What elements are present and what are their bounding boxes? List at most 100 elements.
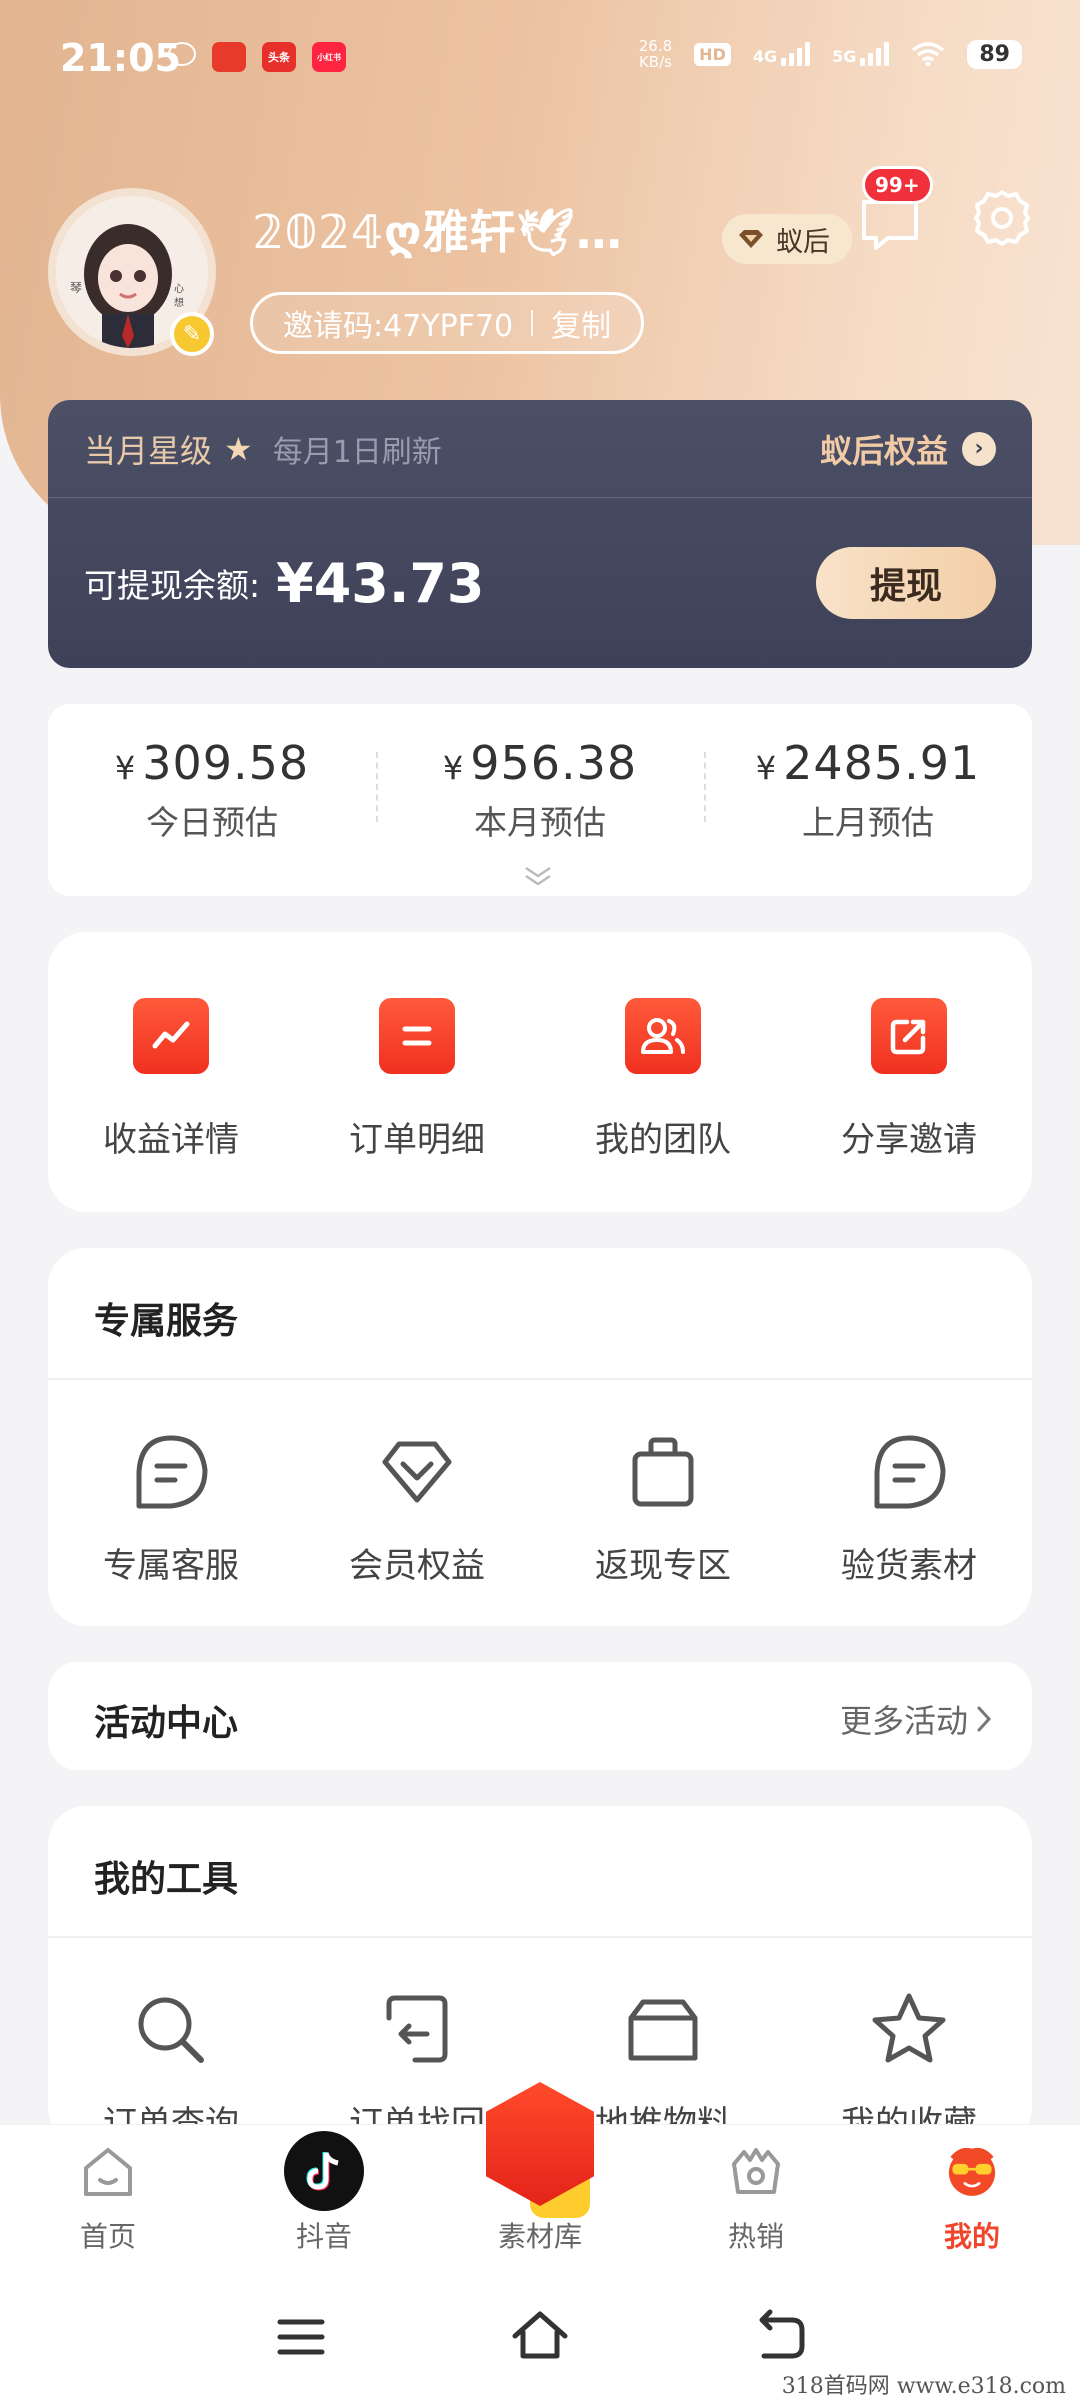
share-icon xyxy=(871,998,947,1074)
signal-4g: 4G xyxy=(752,42,811,66)
service-inspection-materials[interactable]: 验货素材 xyxy=(786,1430,1032,1587)
estimate-value: ¥309.58 xyxy=(48,736,376,790)
more-activities-label: 更多活动 xyxy=(839,1702,968,1740)
quick-action-label: 我的团队 xyxy=(595,1120,731,1160)
exclusive-services-card: 专属服务 专属客服 会员权益 返现专区 验货素材 xyxy=(48,1248,1032,1626)
currency-symbol: ¥ xyxy=(755,749,778,787)
menu-icon[interactable] xyxy=(266,2302,336,2372)
tool-order-query[interactable]: 订单查询 xyxy=(48,1988,294,2145)
search-icon xyxy=(138,1997,204,2063)
tab-hot-sales[interactable]: 热销 xyxy=(676,2139,836,2255)
more-activities-link[interactable]: 更多活动 xyxy=(840,1696,992,1742)
level-badge[interactable]: 蚁后 xyxy=(722,214,852,264)
home-nav-icon[interactable] xyxy=(505,2302,575,2372)
service-label: 验货素材 xyxy=(841,1546,977,1586)
section-title: 活动中心 xyxy=(94,1703,239,1744)
status-bar: 21:05 头条 小红书 26.8 KB/s HD 4G 5G 89 xyxy=(0,0,1080,120)
hot-icon xyxy=(724,2139,788,2203)
nickname: 𝟚𝟘𝟚𝟜ღ雅轩🕊… xyxy=(252,205,623,259)
notification-app-icon xyxy=(212,42,246,72)
back-icon[interactable] xyxy=(744,2302,814,2372)
section-title: 专属服务 xyxy=(94,1301,239,1342)
box-icon xyxy=(628,1999,698,2061)
team-icon xyxy=(625,998,701,1074)
edit-avatar-icon[interactable]: ✎ xyxy=(170,312,214,356)
quick-action-earnings-detail[interactable]: 收益详情 xyxy=(48,998,294,1161)
star-icon xyxy=(872,1993,946,2063)
estimate-amount: 2485.91 xyxy=(783,736,981,790)
quick-action-share-invite[interactable]: 分享邀请 xyxy=(786,998,1032,1161)
tool-my-favorites[interactable]: 我的收藏 xyxy=(786,1988,1032,2145)
copy-button[interactable]: 复制 xyxy=(551,301,611,345)
tab-label: 素材库 xyxy=(497,2220,582,2253)
message-count-badge: 99+ xyxy=(862,166,933,204)
chevron-right-icon xyxy=(977,1706,992,1732)
net-speed-unit: KB/s xyxy=(638,53,672,71)
service-member-benefits[interactable]: 会员权益 xyxy=(294,1430,540,1587)
status-app-icons: 头条 小红书 xyxy=(168,42,346,72)
monthly-level-label: 当月星级 xyxy=(84,431,213,470)
quick-actions-grid: 收益详情 订单明细 我的团队 分享邀请 xyxy=(48,998,1032,1161)
chat-icon xyxy=(136,1435,208,1509)
signal-bars-icon xyxy=(781,42,811,66)
service-label: 返现专区 xyxy=(595,1546,731,1586)
home-icon xyxy=(76,2139,140,2203)
status-time: 21:05 xyxy=(60,36,181,80)
diamond-icon xyxy=(382,1441,452,1503)
earnings-estimate-card: ¥309.58 今日预估 ¥956.38 本月预估 ¥2485.91 上月预估 xyxy=(48,704,1032,896)
estimate-amount: 309.58 xyxy=(142,736,310,790)
estimate-label: 本月预估 xyxy=(474,803,606,842)
balance-card: 当月星级 ★ 每月1日刷新 蚁后权益 › 可提现余额: ¥43.73 提现 xyxy=(48,400,1032,668)
service-cashback-zone[interactable]: 返现专区 xyxy=(540,1430,786,1587)
trend-icon xyxy=(133,998,209,1074)
services-grid: 专属客服 会员权益 返现专区 验货素材 xyxy=(48,1430,1032,1587)
hd-icon: HD xyxy=(694,42,731,66)
queen-rights-link[interactable]: 蚁后权益 › xyxy=(820,426,996,472)
svg-text:琴: 琴 xyxy=(70,281,82,295)
queen-rights-label: 蚁后权益 xyxy=(819,431,948,470)
tab-douyin[interactable]: 抖音 xyxy=(244,2131,404,2255)
estimate-last-month[interactable]: ¥2485.91 上月预估 xyxy=(704,736,1032,844)
message-icon[interactable] xyxy=(858,196,922,252)
diamond-icon xyxy=(739,230,763,248)
mine-icon xyxy=(940,2139,1004,2203)
section-title: 我的工具 xyxy=(94,1859,239,1900)
net-speed-value: 26.8 xyxy=(638,37,673,55)
withdraw-button[interactable]: 提现 xyxy=(816,547,996,619)
signal-5g: 5G xyxy=(832,42,890,66)
quick-action-label: 分享邀请 xyxy=(841,1120,977,1160)
expand-chevron-icon[interactable] xyxy=(520,864,556,888)
divider xyxy=(48,1936,1032,1938)
service-label: 会员权益 xyxy=(349,1546,485,1586)
service-exclusive-support[interactable]: 专属客服 xyxy=(48,1430,294,1587)
svg-text:心: 心 xyxy=(174,283,184,295)
tab-home[interactable]: 首页 xyxy=(28,2139,188,2255)
balance-value: ¥43.73 xyxy=(276,551,485,615)
settings-gear-icon[interactable] xyxy=(970,186,1034,250)
chevron-right-icon: › xyxy=(962,431,996,466)
balance-card-header: 当月星级 ★ 每月1日刷新 蚁后权益 › xyxy=(48,400,1032,498)
bag-icon xyxy=(632,1437,694,1507)
tab-mine[interactable]: 我的 xyxy=(892,2139,1052,2255)
estimate-amount: 956.38 xyxy=(470,736,638,790)
tab-label: 抖音 xyxy=(295,2220,352,2253)
balance-label: 可提现余额: xyxy=(84,566,261,605)
quick-action-order-details[interactable]: 订单明细 xyxy=(294,998,540,1161)
estimate-label: 上月预估 xyxy=(802,803,934,842)
quick-action-label: 订单明细 xyxy=(349,1120,485,1160)
divider xyxy=(531,310,534,336)
currency-symbol: ¥ xyxy=(114,749,137,787)
invite-code-pill: 邀请码:47YPF70 复制 xyxy=(250,292,645,354)
tab-label: 热销 xyxy=(727,2220,784,2253)
star-icon: ★ xyxy=(224,429,253,468)
estimate-today[interactable]: ¥309.58 今日预估 xyxy=(48,736,376,844)
quick-action-my-team[interactable]: 我的团队 xyxy=(540,998,786,1161)
net-speed: 26.8 KB/s xyxy=(639,38,672,70)
status-right-group: 26.8 KB/s HD 4G 5G 89 xyxy=(639,38,1022,70)
refresh-note: 每月1日刷新 xyxy=(272,434,442,470)
service-label: 专属客服 xyxy=(103,1546,239,1586)
level-badge-label: 蚁后 xyxy=(776,226,830,258)
estimate-this-month[interactable]: ¥956.38 本月预估 xyxy=(376,736,704,844)
signal-4g-label: 4G xyxy=(752,47,778,66)
wifi-icon xyxy=(912,42,945,67)
